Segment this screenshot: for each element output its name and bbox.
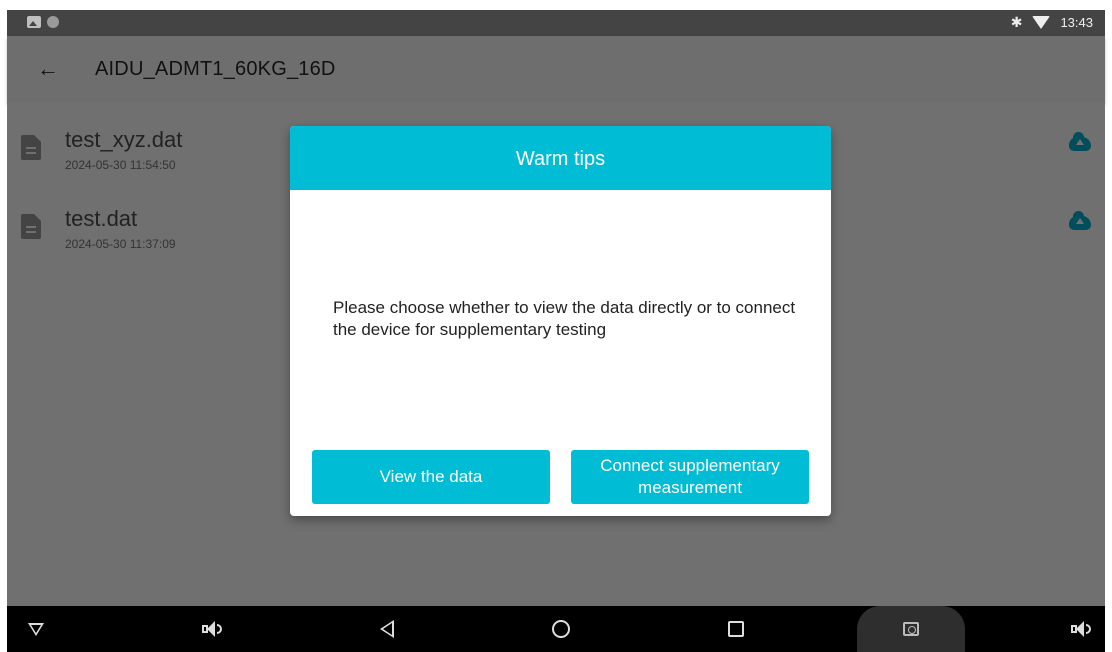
cloud-upload-icon[interactable]: [1069, 211, 1091, 230]
wifi-icon: [1032, 16, 1051, 29]
page-title: AIDU_ADMT1_60KG_16D: [95, 58, 336, 80]
status-left-icons: [27, 16, 59, 28]
file-name: test.dat: [65, 206, 138, 231]
status-clock: 13:43: [1060, 15, 1093, 30]
navigation-bar: [7, 606, 1105, 652]
app-bar: ← AIDU_ADMT1_60KG_16D: [7, 36, 1105, 103]
volume-down-icon[interactable]: [188, 606, 234, 652]
file-icon: [21, 135, 41, 160]
volume-up-icon[interactable]: [1057, 606, 1103, 652]
cloud-upload-icon[interactable]: [1069, 132, 1091, 151]
dialog-title: Warm tips: [290, 126, 831, 190]
screen: ✱ 13:43 ← AIDU_ADMT1_60KG_16D test_xyz.d…: [0, 0, 1112, 652]
file-date: 2024-05-30 11:54:50: [65, 158, 176, 172]
hide-nav-icon[interactable]: [13, 606, 59, 652]
dialog-message: Please choose whether to view the data d…: [333, 298, 796, 339]
circle-notification-icon: [47, 16, 59, 28]
back-icon[interactable]: [364, 606, 410, 652]
warm-tips-dialog: Warm tips Please choose whether to view …: [290, 126, 831, 516]
bluetooth-icon: ✱: [1010, 14, 1023, 30]
connect-supplementary-button[interactable]: Connect supplementary measurement: [571, 450, 809, 504]
home-icon[interactable]: [538, 606, 584, 652]
file-name: test_xyz.dat: [65, 127, 183, 152]
screenshot-icon[interactable]: [888, 606, 934, 652]
arrow-left-icon[interactable]: ←: [33, 54, 63, 84]
image-notification-icon: [27, 16, 41, 28]
status-right-icons: ✱ 13:43: [1011, 14, 1093, 31]
file-date: 2024-05-30 11:37:09: [65, 237, 176, 251]
file-icon: [21, 214, 41, 239]
recents-icon[interactable]: [713, 606, 759, 652]
status-bar: ✱ 13:43: [7, 10, 1105, 36]
view-data-button[interactable]: View the data: [312, 450, 550, 504]
